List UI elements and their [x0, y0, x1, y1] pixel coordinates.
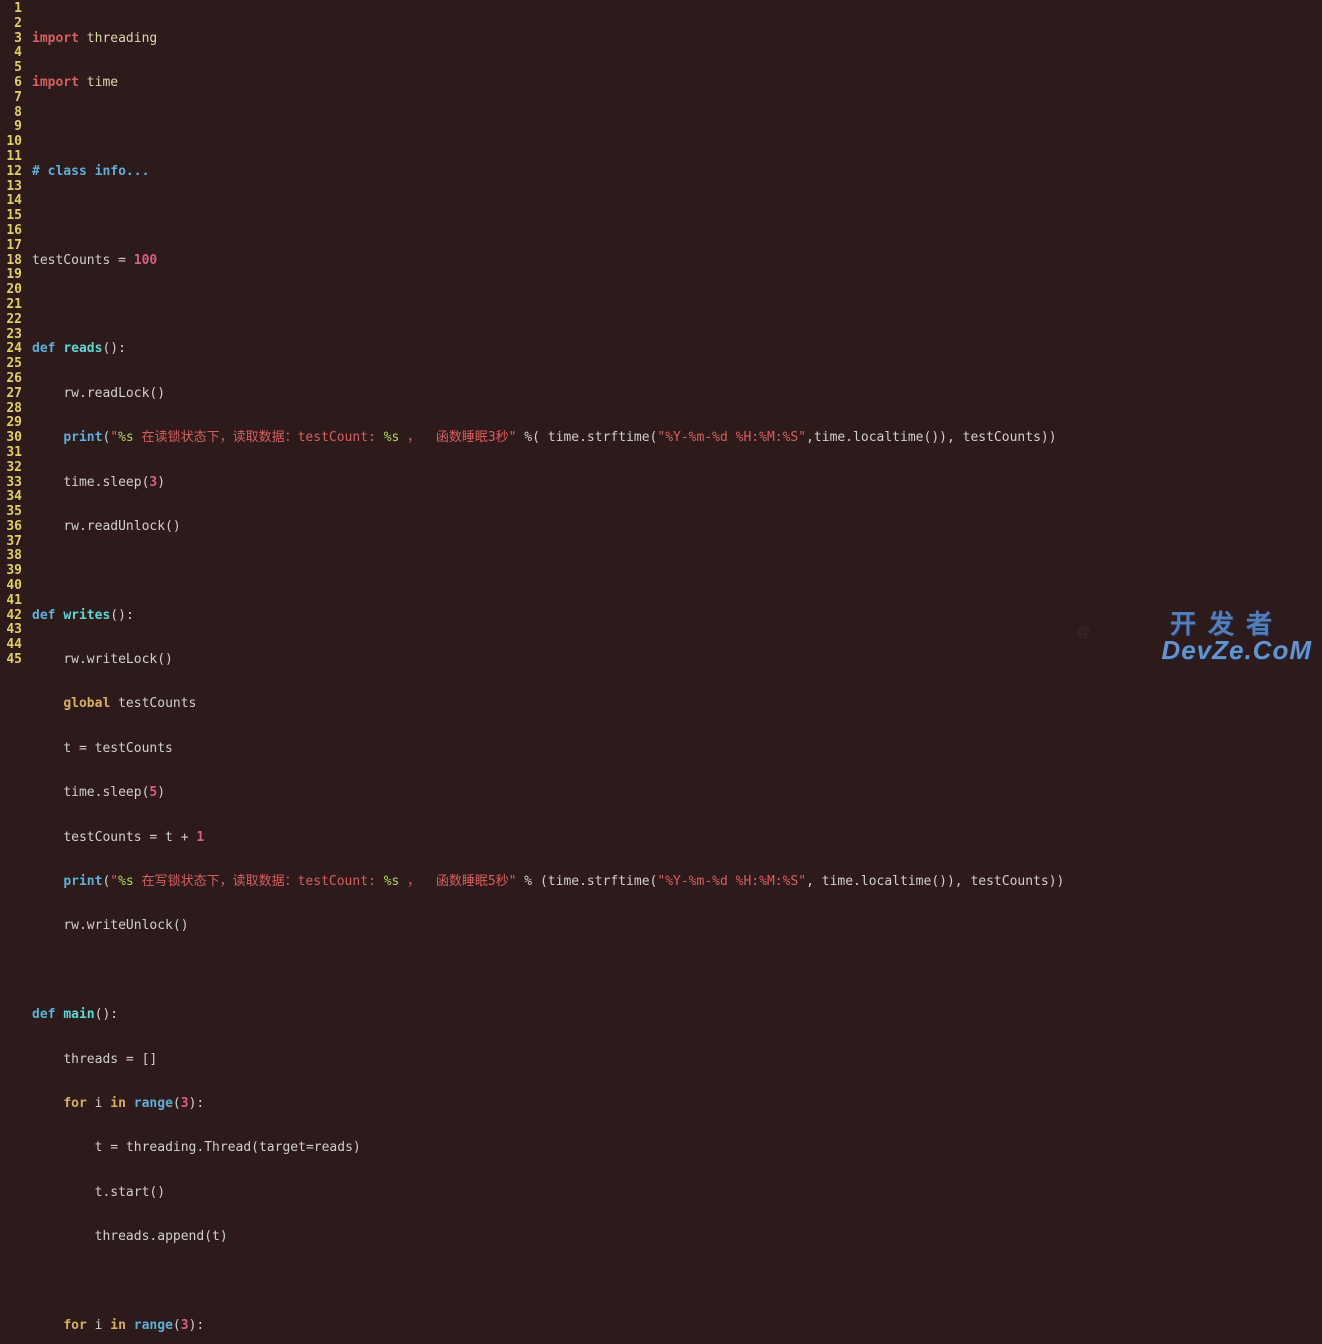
line-number: 40: [2, 579, 22, 594]
code-line[interactable]: t = testCounts: [32, 742, 1322, 757]
line-number: 11: [2, 150, 22, 165]
code-line[interactable]: t = threading.Thread(target=reads): [32, 1141, 1322, 1156]
line-number: 17: [2, 239, 22, 254]
line-number: [2, 668, 22, 683]
line-number: 13: [2, 180, 22, 195]
line-number: 7: [2, 91, 22, 106]
line-number: 44: [2, 638, 22, 653]
line-number: 34: [2, 490, 22, 505]
code-line[interactable]: rw.readLock(): [32, 387, 1322, 402]
code-area[interactable]: import threading import time # class inf…: [26, 0, 1322, 672]
code-line[interactable]: rw.readUnlock(): [32, 520, 1322, 535]
code-line[interactable]: t.start(): [32, 1186, 1322, 1201]
line-number: 25: [2, 357, 22, 372]
line-number: 43: [2, 623, 22, 638]
code-line[interactable]: threads = []: [32, 1053, 1322, 1068]
line-number: 30: [2, 431, 22, 446]
code-line[interactable]: [32, 120, 1322, 135]
line-number: 27: [2, 387, 22, 402]
line-number: 3: [2, 32, 22, 47]
code-line[interactable]: global testCounts: [32, 697, 1322, 712]
line-number: 8: [2, 106, 22, 121]
line-number: 24: [2, 342, 22, 357]
line-number: 10: [2, 135, 22, 150]
code-line[interactable]: print("%s 在读锁状态下，读取数据：testCount: %s ， 函数…: [32, 431, 1322, 446]
line-number: 21: [2, 298, 22, 313]
code-line[interactable]: [32, 209, 1322, 224]
code-line[interactable]: [32, 564, 1322, 579]
code-line[interactable]: import time: [32, 76, 1322, 91]
code-line[interactable]: def writes():: [32, 609, 1322, 624]
line-number: 14: [2, 194, 22, 209]
line-number: 26: [2, 372, 22, 387]
code-line[interactable]: def main():: [32, 1008, 1322, 1023]
line-number: 41: [2, 594, 22, 609]
line-number: 37: [2, 535, 22, 550]
code-line[interactable]: # class info...: [32, 165, 1322, 180]
line-number: 36: [2, 520, 22, 535]
code-editor[interactable]: 1 2 3 4 5 6 7 8 9 10 11 12 13 14 15 16 1…: [0, 0, 1322, 672]
line-number: 32: [2, 461, 22, 476]
line-number: 18: [2, 254, 22, 269]
line-number: 38: [2, 549, 22, 564]
line-number: 5: [2, 61, 22, 76]
code-line[interactable]: for i in range(3):: [32, 1097, 1322, 1112]
line-number: 28: [2, 402, 22, 417]
code-line[interactable]: time.sleep(5): [32, 786, 1322, 801]
code-line[interactable]: threads.append(t): [32, 1230, 1322, 1245]
code-line[interactable]: def reads():: [32, 342, 1322, 357]
code-line[interactable]: [32, 964, 1322, 979]
line-number: 9: [2, 120, 22, 135]
code-line[interactable]: rw.writeUnlock(): [32, 919, 1322, 934]
line-number: 22: [2, 313, 22, 328]
line-number: 42: [2, 609, 22, 624]
line-number: 1: [2, 2, 22, 17]
line-number: 39: [2, 564, 22, 579]
code-line[interactable]: time.sleep(3): [32, 476, 1322, 491]
code-line[interactable]: testCounts = 100: [32, 254, 1322, 269]
code-line[interactable]: import threading: [32, 32, 1322, 47]
line-number: 15: [2, 209, 22, 224]
code-line[interactable]: [32, 298, 1322, 313]
code-line[interactable]: rw.writeLock(): [32, 653, 1322, 668]
line-number: 16: [2, 224, 22, 239]
line-number: 29: [2, 416, 22, 431]
line-number: 23: [2, 328, 22, 343]
line-number: 12: [2, 165, 22, 180]
code-line[interactable]: [32, 1275, 1322, 1290]
code-line[interactable]: print("%s 在写锁状态下，读取数据：testCount: %s ， 函数…: [32, 875, 1322, 890]
line-number: 19: [2, 268, 22, 283]
line-number: 6: [2, 76, 22, 91]
line-number: 31: [2, 446, 22, 461]
code-line[interactable]: for i in range(3):: [32, 1319, 1322, 1334]
line-number: 4: [2, 46, 22, 61]
line-number: 45: [2, 653, 22, 668]
line-number: 2: [2, 17, 22, 32]
line-number-gutter: 1 2 3 4 5 6 7 8 9 10 11 12 13 14 15 16 1…: [0, 0, 26, 672]
line-number: 35: [2, 505, 22, 520]
code-line[interactable]: testCounts = t + 1: [32, 831, 1322, 846]
line-number: 20: [2, 283, 22, 298]
line-number: 33: [2, 476, 22, 491]
